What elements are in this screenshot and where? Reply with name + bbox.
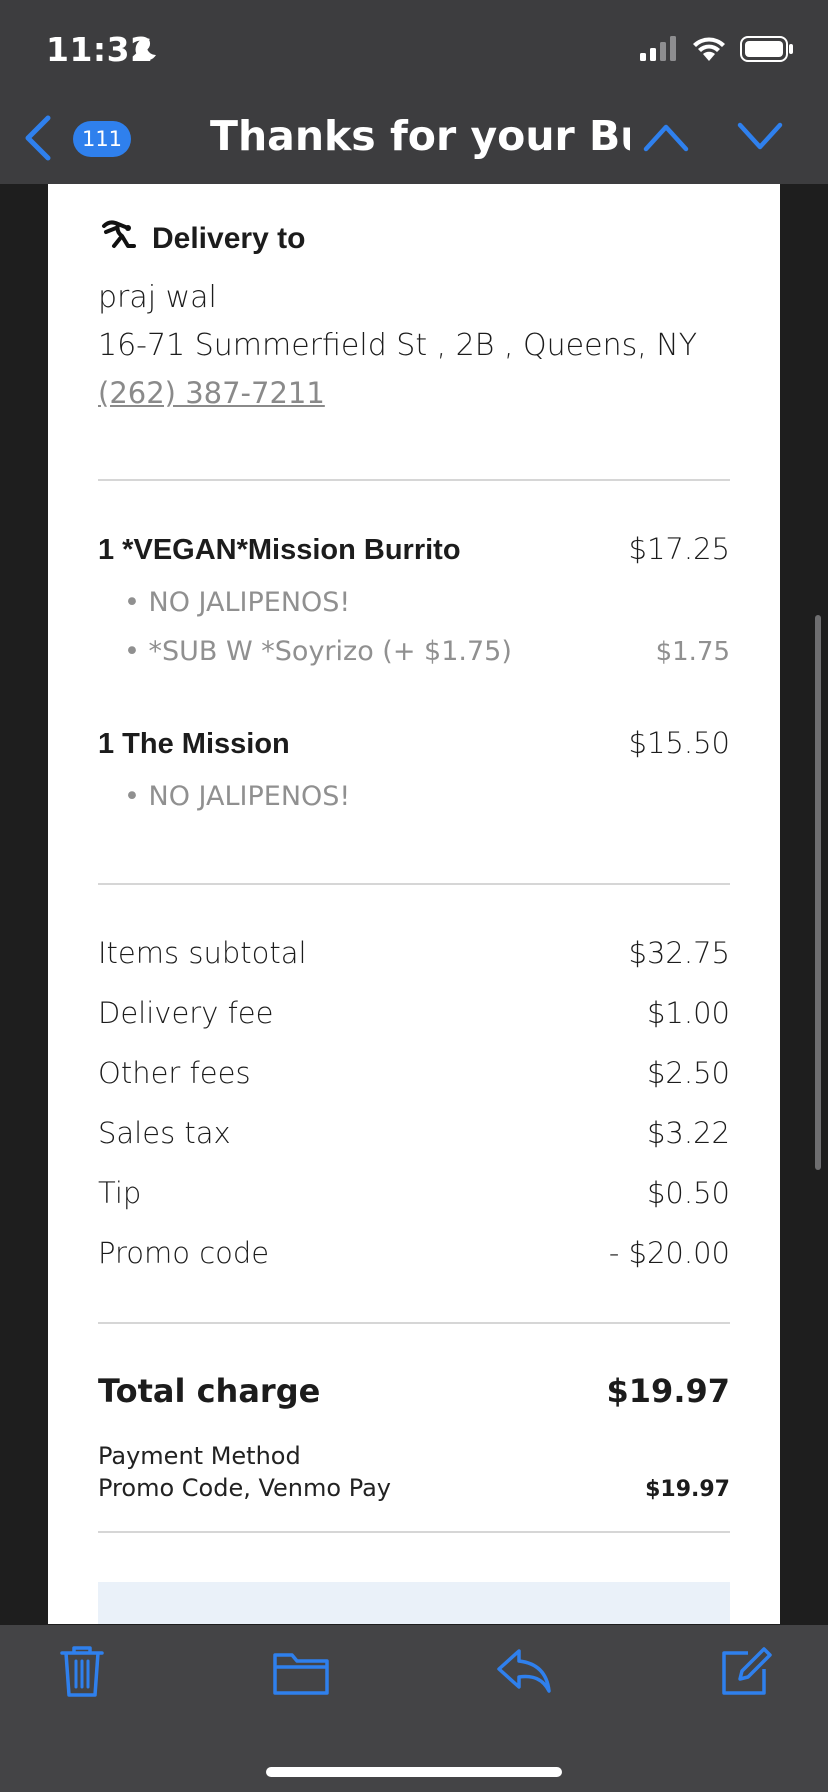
summary-row: Items subtotal $32.75 <box>98 936 730 996</box>
summary-value: $2.50 <box>646 1056 730 1090</box>
recipient-name: praj wal <box>98 280 217 315</box>
reply-icon[interactable] <box>495 1645 553 1699</box>
trash-icon[interactable] <box>58 1645 106 1699</box>
summary-row: Sales tax $3.22 <box>98 1116 730 1176</box>
summary-value: $1.00 <box>646 996 730 1030</box>
payment-amount: $19.97 <box>645 1477 730 1502</box>
divider <box>98 1531 730 1533</box>
payment-method-value: Promo Code, Venmo Pay <box>98 1474 391 1502</box>
bottom-toolbar <box>0 1625 828 1792</box>
signal-icon <box>640 36 676 61</box>
item-modifier: • NO JALIPENOS! <box>124 587 351 618</box>
home-indicator[interactable] <box>266 1767 562 1777</box>
summary-value: $3.22 <box>646 1116 730 1150</box>
summary-label: Delivery fee <box>98 996 274 1030</box>
summary-label: Sales tax <box>98 1116 231 1150</box>
summary-row: Delivery fee $1.00 <box>98 996 730 1056</box>
chevron-up-icon[interactable] <box>643 122 689 152</box>
item-price: $17.25 <box>628 532 730 566</box>
divider <box>98 479 730 481</box>
price-summary: Items subtotal $32.75 Delivery fee $1.00… <box>98 936 730 1296</box>
phone-link[interactable]: (262) 387-7211 <box>98 376 730 410</box>
divider <box>98 1322 730 1324</box>
chevron-left-icon[interactable] <box>22 114 54 162</box>
order-item: 1 *VEGAN*Mission Burrito $17.25 • NO JAL… <box>98 532 730 667</box>
total-label: Total charge <box>98 1372 321 1410</box>
compose-icon[interactable] <box>718 1645 772 1699</box>
item-modifier: • *SUB W *Soyrizo (+ $1.75) <box>124 636 512 667</box>
promo-banner <box>98 1582 730 1624</box>
unread-count-badge[interactable]: 111 <box>73 121 131 157</box>
item-price: $15.50 <box>628 726 730 760</box>
summary-value: $0.50 <box>646 1176 730 1210</box>
delivery-label: Delivery to <box>152 222 306 255</box>
summary-label: Other fees <box>98 1056 251 1090</box>
status-icons <box>640 36 794 62</box>
folder-icon[interactable] <box>272 1645 330 1699</box>
summary-row: Promo code - $20.00 <box>98 1236 730 1296</box>
battery-icon <box>740 36 793 62</box>
payment-method: Payment Method Promo Code, Venmo Pay $19… <box>98 1442 730 1502</box>
summary-label: Tip <box>98 1176 142 1210</box>
delivery-icon <box>102 220 136 248</box>
email-body[interactable]: Delivery to praj wal 16-71 Summerfield S… <box>48 184 780 1624</box>
modifier-price: $1.75 <box>655 637 730 667</box>
item-modifier: • NO JALIPENOS! <box>124 781 351 812</box>
summary-row: Tip $0.50 <box>98 1176 730 1236</box>
item-title: 1 The Mission <box>98 728 290 760</box>
email-subject-title: Thanks for your Bur... <box>210 112 630 160</box>
summary-row: Other fees $2.50 <box>98 1056 730 1116</box>
scroll-indicator <box>815 615 821 1170</box>
summary-label: Promo code <box>98 1236 270 1270</box>
total-row: Total charge $19.97 <box>98 1372 730 1410</box>
delivery-address: 16-71 Summerfield St , 2B , Queens, NY <box>98 328 698 363</box>
divider <box>98 883 730 885</box>
delivery-header: Delivery to <box>98 216 730 262</box>
payment-method-label: Payment Method <box>98 1442 301 1470</box>
moon-icon <box>135 38 156 61</box>
summary-value: $32.75 <box>628 936 730 970</box>
item-title: 1 *VEGAN*Mission Burrito <box>98 534 461 566</box>
chevron-down-icon[interactable] <box>737 122 783 152</box>
summary-value: - $20.00 <box>608 1236 730 1270</box>
header-bar: 11:32 111 Thanks for your Bur... <box>0 0 828 184</box>
summary-label: Items subtotal <box>98 936 307 970</box>
total-value: $19.97 <box>606 1372 730 1410</box>
wifi-icon <box>693 37 725 61</box>
order-item: 1 The Mission $15.50 • NO JALIPENOS! <box>98 726 730 812</box>
